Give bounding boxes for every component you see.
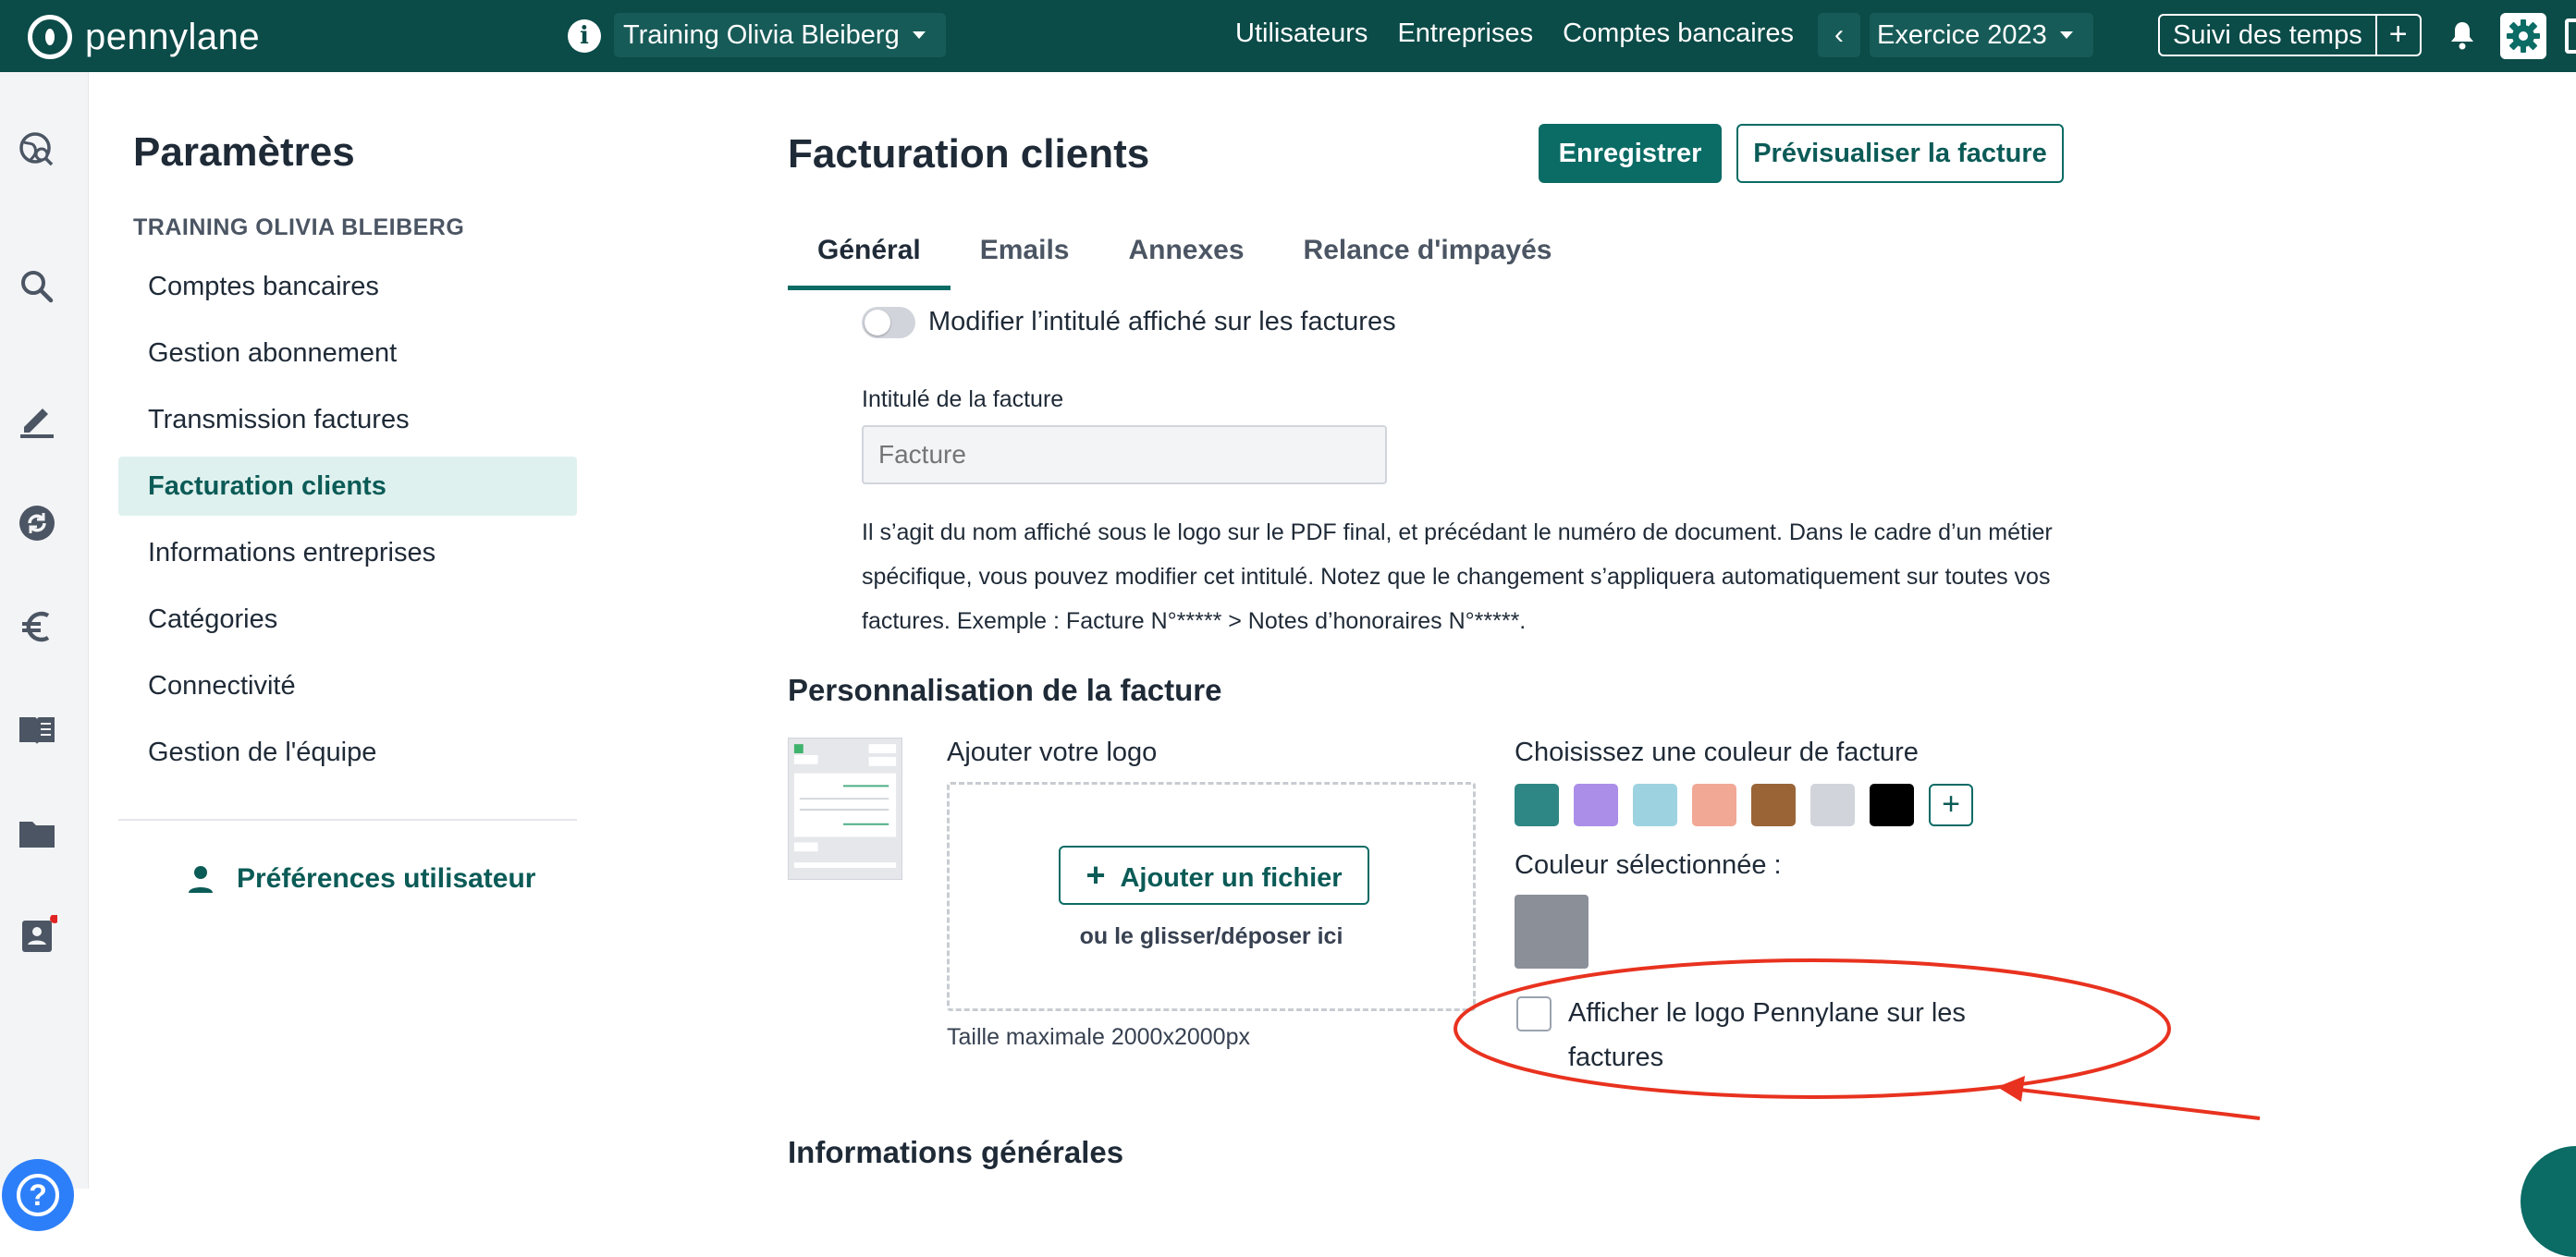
- invoice-title-toggle[interactable]: [862, 307, 915, 338]
- top-nav: Utilisateurs Entreprises Comptes bancair…: [1235, 18, 1794, 49]
- preview-invoice-button[interactable]: Prévisualiser la facture: [1736, 124, 2064, 183]
- user-preferences-link[interactable]: Préférences utilisateur: [185, 863, 535, 895]
- company-selector[interactable]: Training Olivia Bleiberg: [614, 13, 946, 57]
- show-pennylane-logo-checkbox[interactable]: [1516, 996, 1552, 1031]
- question-icon: ?: [17, 1174, 59, 1216]
- info-icon[interactable]: i: [568, 19, 601, 53]
- invoice-title-toggle-label: Modifier l’intitulé affiché sur les fact…: [928, 307, 1396, 336]
- sidebar-item-categories[interactable]: Catégories: [118, 590, 577, 649]
- nav-users[interactable]: Utilisateurs: [1235, 18, 1368, 49]
- chat-widget-button[interactable]: [2521, 1146, 2576, 1257]
- left-rail: ?: [0, 72, 89, 1231]
- book-icon[interactable]: [17, 710, 57, 751]
- account-menu-edge[interactable]: [2565, 18, 2576, 54]
- search-icon[interactable]: [17, 266, 57, 307]
- show-pennylane-logo-label[interactable]: Afficher le logo Pennylane sur les factu…: [1568, 991, 2012, 1080]
- page-title: Facturation clients: [788, 131, 1150, 177]
- save-button[interactable]: Enregistrer: [1539, 124, 1722, 183]
- nav-bank-accounts[interactable]: Comptes bancaires: [1563, 18, 1794, 49]
- company-name: Training Olivia Bleiberg: [623, 20, 900, 50]
- contact-card-icon[interactable]: [17, 915, 57, 956]
- color-swatch-brown[interactable]: [1751, 784, 1796, 826]
- sidebar-item-invoice-transmission[interactable]: Transmission factures: [118, 390, 577, 449]
- color-swatch-lavender[interactable]: [1574, 784, 1618, 826]
- add-file-button[interactable]: + Ajouter un fichier: [1059, 846, 1369, 905]
- euro-icon[interactable]: [17, 606, 57, 647]
- plus-icon: +: [1086, 856, 1106, 894]
- invoice-preview-thumbnail: [788, 738, 902, 880]
- invoice-title-label: Intitulé de la facture: [862, 386, 1064, 412]
- drop-hint: ou le glisser/déposer ici: [1079, 923, 1343, 949]
- color-swatch-black[interactable]: [1870, 784, 1914, 826]
- selected-color-label: Couleur sélectionnée :: [1515, 850, 1782, 880]
- tab-emails[interactable]: Emails: [951, 229, 1099, 290]
- annotation-arrow-head: [1997, 1076, 2025, 1102]
- fiscal-year-label: Exercice 2023: [1877, 20, 2047, 50]
- brand-name: pennylane: [85, 16, 261, 57]
- tab-annexes[interactable]: Annexes: [1098, 229, 1273, 290]
- fiscal-year-selector[interactable]: Exercice 2023: [1870, 13, 2093, 57]
- gear-icon[interactable]: [2500, 13, 2546, 59]
- chevron-down-icon: [912, 31, 926, 39]
- sidebar-item-company-info[interactable]: Informations entreprises: [118, 523, 577, 582]
- bell-icon[interactable]: [2448, 20, 2476, 50]
- general-info-section-title: Informations générales: [788, 1135, 1124, 1169]
- sidebar-item-team[interactable]: Gestion de l'équipe: [118, 723, 577, 782]
- globe-search-icon[interactable]: [17, 129, 57, 170]
- color-swatch-teal[interactable]: [1515, 784, 1559, 826]
- color-swatch-light-blue[interactable]: [1633, 784, 1677, 826]
- nav-companies[interactable]: Entreprises: [1397, 18, 1533, 49]
- folder-icon[interactable]: [17, 813, 57, 854]
- chevron-down-icon: [2059, 31, 2073, 39]
- sidebar-divider: [118, 819, 577, 821]
- user-icon: [189, 866, 213, 893]
- color-swatches: +: [1515, 784, 1973, 826]
- user-preferences-label: Préférences utilisateur: [237, 863, 536, 894]
- pennylane-logo[interactable]: pennylane: [28, 15, 260, 59]
- personalization-section-title: Personnalisation de la facture: [788, 673, 1222, 707]
- pennylane-logo-icon: [28, 15, 72, 59]
- logo-dropzone[interactable]: + Ajouter un fichier ou le glisser/dépose…: [947, 782, 1476, 1011]
- invoice-color-label: Choisissez une couleur de facture: [1515, 738, 1919, 767]
- max-size-hint: Taille maximale 2000x2000px: [947, 1024, 1250, 1050]
- add-time-button[interactable]: +: [2377, 16, 2420, 55]
- time-tracking-control: Suivi des temps +: [2158, 14, 2422, 56]
- invoice-title-input[interactable]: [862, 425, 1387, 484]
- settings-tabs: Général Emails Annexes Relance d'impayés: [788, 229, 1581, 290]
- sidebar-item-connectivity[interactable]: Connectivité: [118, 656, 577, 715]
- settings-title: Paramètres: [133, 129, 355, 175]
- organization-label: TRAINING OLIVIA BLEIBERG: [133, 214, 465, 240]
- sync-icon[interactable]: [17, 503, 57, 543]
- add-file-label: Ajouter un fichier: [1120, 863, 1343, 893]
- invoice-title-help-text: Il s’agit du nom affiché sous le logo su…: [862, 519, 2053, 634]
- time-tracking-button[interactable]: Suivi des temps: [2160, 16, 2377, 55]
- selected-color-preview: [1515, 895, 1589, 969]
- color-swatch-salmon[interactable]: [1692, 784, 1736, 826]
- tab-general[interactable]: Général: [788, 229, 951, 290]
- top-bar: pennylane i Training Olivia Bleiberg Uti…: [0, 0, 2576, 72]
- help-button[interactable]: ?: [2, 1159, 74, 1231]
- sidebar-item-customer-invoicing[interactable]: Facturation clients: [118, 457, 577, 516]
- chevron-left-icon[interactable]: ‹: [1818, 13, 1860, 57]
- annotation-arrow-line: [2011, 1087, 2261, 1120]
- sidebar-item-bank-accounts[interactable]: Comptes bancaires: [118, 257, 577, 316]
- tab-reminders[interactable]: Relance d'impayés: [1274, 229, 1582, 290]
- color-swatch-light-gray[interactable]: [1810, 784, 1855, 826]
- sidebar-item-subscription[interactable]: Gestion abonnement: [118, 323, 577, 383]
- add-color-button[interactable]: +: [1929, 784, 1973, 826]
- logo-upload-label: Ajouter votre logo: [947, 738, 1158, 767]
- pencil-icon[interactable]: [17, 399, 57, 440]
